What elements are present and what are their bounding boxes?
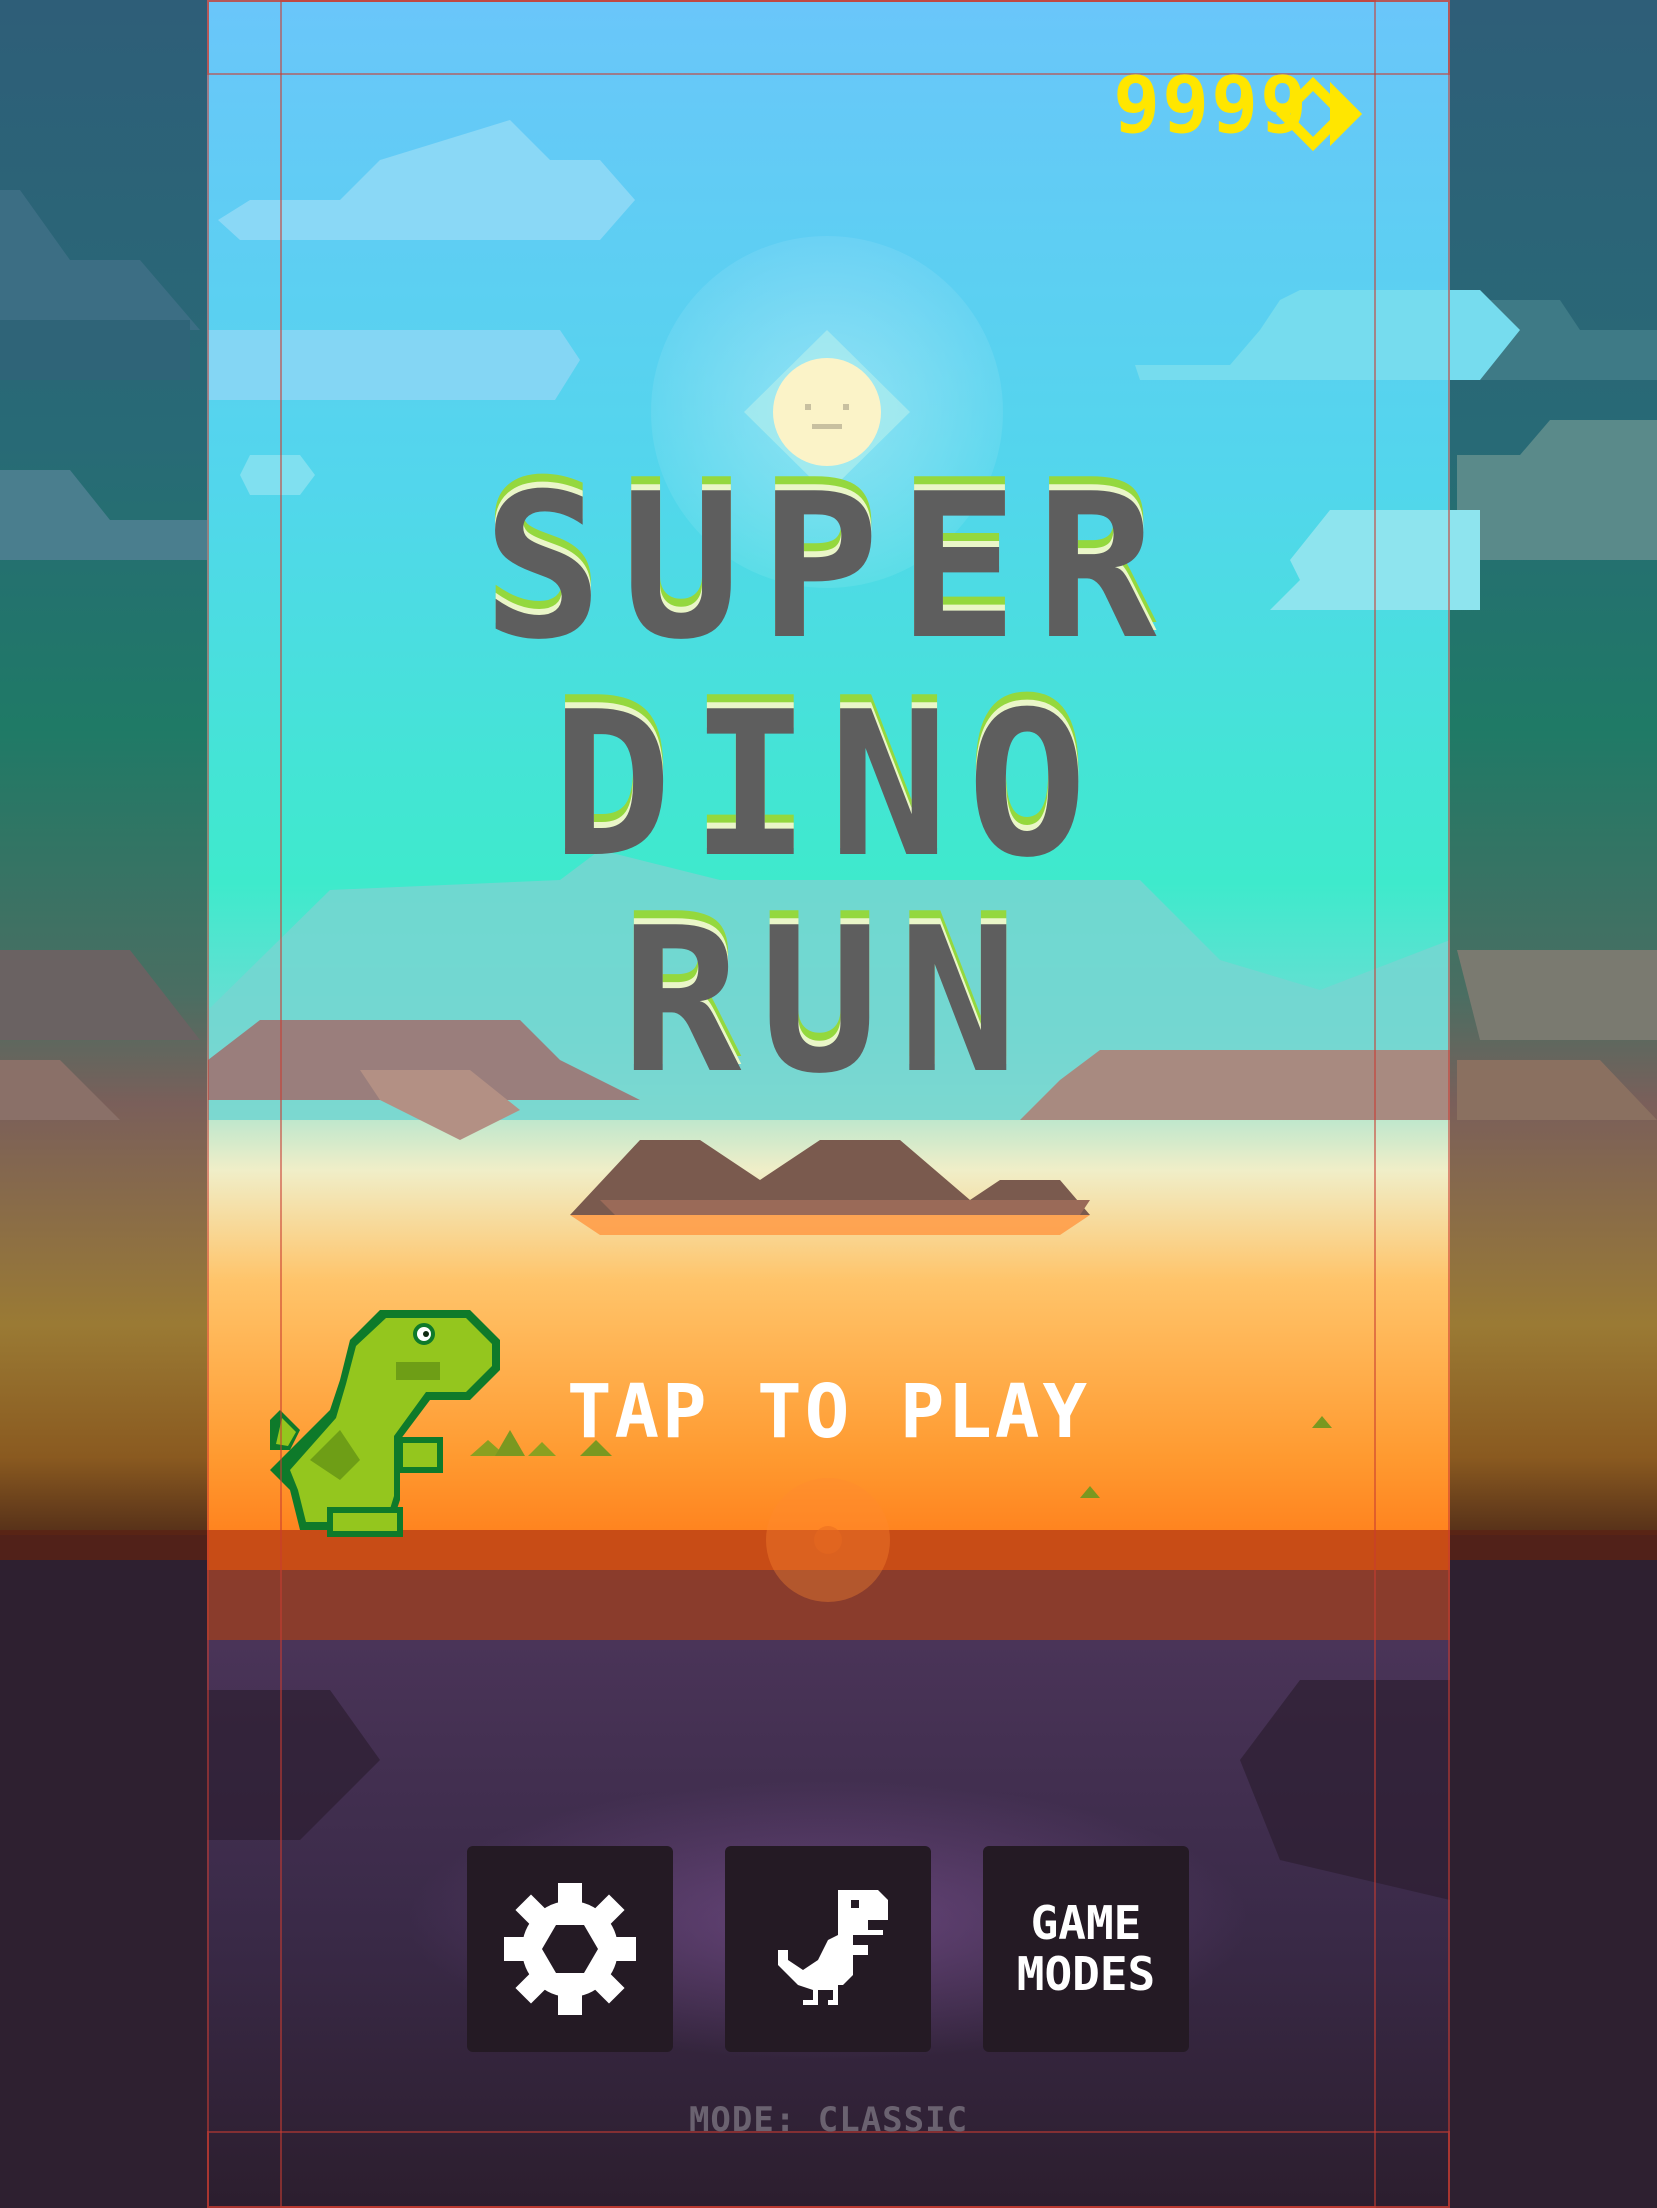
game-modes-button[interactable]: GAME MODES	[983, 1846, 1189, 2052]
game-modes-label: GAME MODES	[1016, 1896, 1156, 2001]
settings-button[interactable]	[467, 1846, 673, 2052]
score-display: 9999	[1113, 66, 1309, 146]
title-line-super: SUPER	[482, 451, 1175, 684]
title-line-run: RUN	[620, 885, 1037, 1118]
score-value: 9999	[1113, 61, 1309, 151]
tap-to-play-prompt[interactable]: TAP TO PLAY	[0, 1375, 1657, 1449]
title-line-dino: DINO	[551, 669, 1106, 902]
character-select-button[interactable]	[725, 1846, 931, 2052]
mode-status-label: MODE: CLASSIC	[688, 2100, 969, 2140]
